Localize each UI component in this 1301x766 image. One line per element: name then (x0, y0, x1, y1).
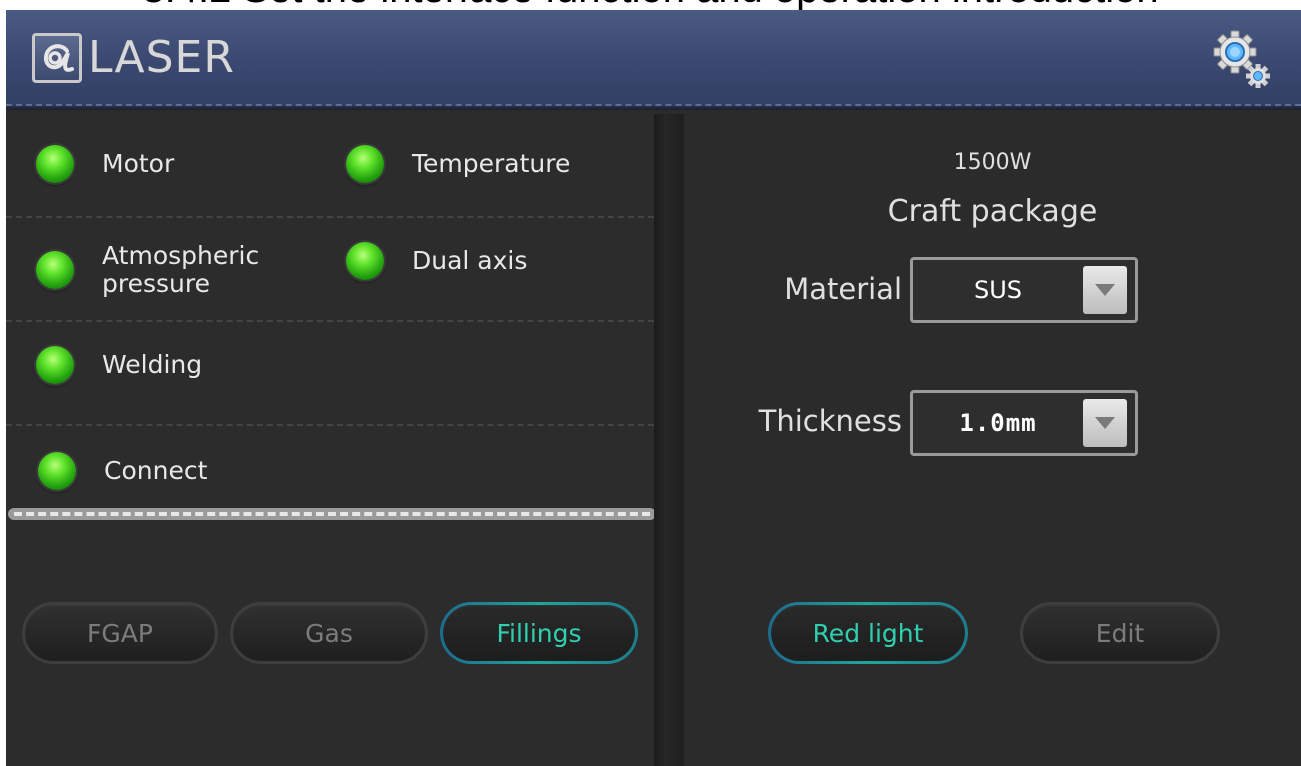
status-temperature: Temperature (346, 145, 570, 183)
status-row: Motor Temperature (6, 114, 654, 218)
thickness-select[interactable]: 1.0mm (910, 390, 1138, 456)
craft-package-title: Craft package (887, 194, 1098, 229)
gas-button[interactable]: Gas (230, 602, 428, 664)
status-led-icon (36, 346, 74, 384)
material-value: SUS (973, 276, 1023, 304)
status-led-icon (346, 145, 384, 183)
logo-mark-icon (32, 33, 82, 83)
material-select[interactable]: SUS (910, 257, 1138, 323)
chevron-down-icon[interactable] (1083, 399, 1127, 447)
chevron-down-icon[interactable] (1083, 266, 1127, 314)
laser-control-screen: LASER Motor Temperature Atmospheric pres… (6, 10, 1301, 766)
status-label: Connect (104, 456, 208, 485)
status-welding: Welding (36, 346, 202, 384)
status-label: Atmospheric pressure (102, 241, 260, 298)
status-led-icon (38, 452, 76, 490)
craft-panel: 1500W Craft package Material SUS Thickne… (684, 114, 1301, 766)
top-bar: LASER (6, 10, 1301, 110)
status-led-icon (36, 145, 74, 183)
status-label: Motor (102, 149, 175, 178)
status-label: Welding (102, 350, 203, 379)
status-led-icon (36, 251, 74, 289)
status-label: Dual axis (412, 246, 528, 275)
thickness-value: 1.0mm (959, 409, 1037, 437)
laser-logo: LASER (32, 30, 235, 86)
status-motor: Motor (36, 145, 174, 183)
status-label: Temperature (412, 149, 571, 178)
material-label: Material (784, 272, 902, 306)
status-row: Welding (6, 322, 654, 426)
status-connect: Connect (38, 452, 207, 490)
status-dual-axis: Dual axis (346, 242, 527, 280)
fgap-button[interactable]: FGAP (22, 602, 218, 664)
power-rating: 1500W (953, 150, 1032, 175)
red-light-button[interactable]: Red light (768, 602, 968, 664)
settings-gears-icon[interactable] (1211, 26, 1273, 92)
logo-text: LASER (88, 32, 235, 83)
status-atmospheric-pressure: Atmospheric pressure (36, 242, 259, 298)
status-led-icon (346, 242, 384, 280)
status-panel: Motor Temperature Atmospheric pressure D… (6, 114, 654, 766)
thickness-label: Thickness (758, 404, 902, 438)
vertical-divider (654, 114, 684, 766)
edit-button[interactable]: Edit (1020, 602, 1220, 664)
status-row: Atmospheric pressure Dual axis (6, 218, 654, 322)
fillings-button[interactable]: Fillings (440, 602, 638, 664)
panel-separator (8, 508, 656, 520)
header-edge (6, 106, 1301, 110)
